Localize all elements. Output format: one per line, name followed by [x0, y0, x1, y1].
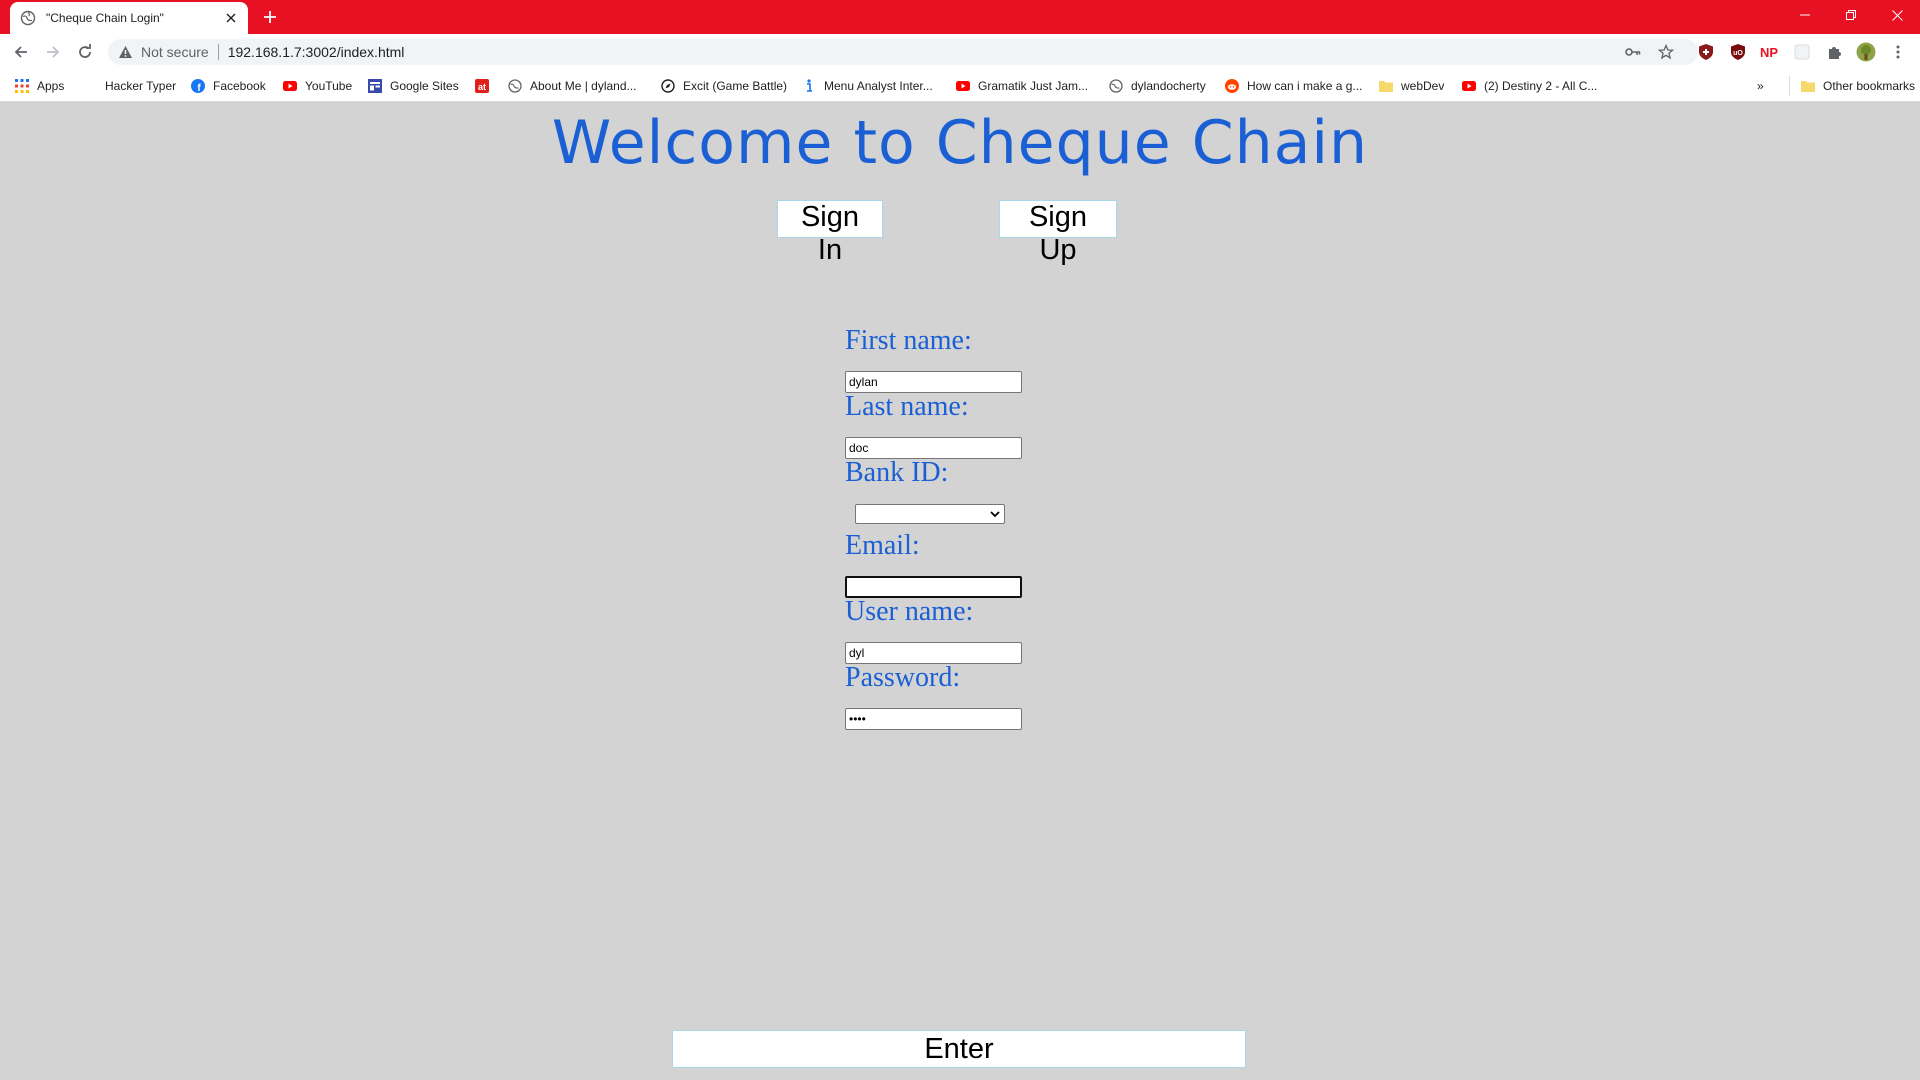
last-name-field[interactable]: [845, 437, 1022, 459]
security-label[interactable]: Not secure: [141, 44, 209, 60]
globe-icon: [20, 10, 36, 26]
browser-title-bar: "Cheque Chain Login": [0, 0, 1920, 34]
first-name-field[interactable]: [845, 371, 1022, 393]
bookmark-item[interactable]: Gramatik Just Jam...: [955, 70, 1088, 102]
email-label: Email:: [845, 530, 920, 561]
sign-in-button[interactable]: Sign In: [777, 200, 883, 266]
bookmark-item[interactable]: Google Sites: [367, 70, 459, 102]
bookmark-label: Gramatik Just Jam...: [978, 79, 1089, 93]
profile-avatar[interactable]: [1854, 42, 1878, 62]
facebook-icon: f: [190, 78, 206, 94]
url-text[interactable]: 192.168.1.7:3002/index.html: [228, 44, 405, 60]
globe-icon: [1108, 78, 1124, 94]
folder-icon: [1378, 78, 1394, 94]
close-tab-icon[interactable]: [222, 9, 240, 27]
user-name-label: User name:: [845, 596, 974, 627]
ublock-icon[interactable]: uO: [1728, 42, 1748, 62]
np-extension-icon[interactable]: NP: [1760, 42, 1782, 62]
page-content: Welcome to Cheque Chain Sign In Sign Up …: [0, 102, 1920, 1080]
bookmark-item[interactable]: Menu Analyst Inter...: [801, 70, 933, 102]
bookmark-item[interactable]: dylandocherty: [1108, 70, 1206, 102]
bookmark-label: About Me | dyland...: [530, 79, 637, 93]
svg-text:uO: uO: [1733, 50, 1743, 57]
forward-arrow-icon[interactable]: [42, 41, 64, 63]
shield-extension-icon[interactable]: [1696, 42, 1716, 62]
tab-title: "Cheque Chain Login": [46, 11, 164, 25]
new-tab-button[interactable]: [260, 7, 280, 27]
folder-icon: [1800, 78, 1816, 94]
bookmark-label: Hacker Typer: [105, 79, 177, 93]
bookmark-item[interactable]: Hacker Typer: [82, 70, 176, 102]
first-name-label: First name:: [845, 325, 972, 356]
page-title: Welcome to Cheque Chain: [551, 108, 1369, 178]
bookmark-label: Excit (Game Battle): [683, 79, 788, 93]
browser-toolbar: Not secure 192.168.1.7:3002/index.html: [0, 34, 1920, 70]
puzzle-icon[interactable]: [1824, 42, 1844, 62]
compass-icon: [660, 78, 676, 94]
bookmark-label: Other bookmarks: [1823, 79, 1916, 93]
bank-id-label: Bank ID:: [845, 457, 949, 488]
bookmark-label: webDev: [1401, 79, 1445, 93]
at-icon: at: [474, 78, 490, 94]
bookmark-apps[interactable]: Apps: [14, 70, 64, 102]
other-bookmarks[interactable]: Other bookmarks: [1789, 76, 1915, 96]
bookmark-item[interactable]: Excit (Game Battle): [660, 70, 787, 102]
google-sites-icon: [367, 78, 383, 94]
apps-grid-icon: [14, 78, 30, 94]
browser-tab[interactable]: "Cheque Chain Login": [10, 2, 248, 34]
restore-window-icon[interactable]: [1828, 0, 1874, 30]
close-window-icon[interactable]: [1874, 0, 1920, 30]
bookmark-item[interactable]: About Me | dyland...: [507, 70, 637, 102]
globe-icon: [507, 78, 523, 94]
bookmark-folder[interactable]: webDev: [1378, 70, 1444, 102]
blank-extension-icon[interactable]: [1792, 42, 1812, 62]
password-label: Password:: [845, 662, 961, 693]
reload-icon[interactable]: [74, 41, 96, 63]
bookmark-label: YouTube: [305, 79, 353, 93]
email-field[interactable]: [845, 576, 1022, 598]
chevron-down-icon: [989, 508, 1001, 520]
address-bar[interactable]: Not secure 192.168.1.7:3002/index.html: [108, 39, 1698, 65]
youtube-icon: [282, 78, 298, 94]
bookmarks-bar: Apps Hacker Typer f Facebook YouTube Goo…: [0, 70, 1920, 102]
reddit-icon: [1224, 78, 1240, 94]
bookmark-item[interactable]: YouTube: [282, 70, 352, 102]
bookmarks-overflow-button[interactable]: »: [1757, 70, 1764, 102]
warning-icon: [118, 45, 133, 59]
info-icon: [801, 78, 817, 94]
user-name-field[interactable]: [845, 642, 1022, 664]
bookmark-label: Apps: [37, 79, 65, 93]
back-arrow-icon[interactable]: [10, 41, 32, 63]
youtube-icon: [1461, 78, 1477, 94]
bookmark-label: Facebook: [213, 79, 266, 93]
minimize-window-icon[interactable]: [1782, 0, 1828, 30]
key-icon[interactable]: [1622, 41, 1644, 63]
more-menu-icon[interactable]: [1888, 42, 1908, 62]
bookmark-label: dylandocherty: [1131, 79, 1206, 93]
youtube-icon: [955, 78, 971, 94]
bookmark-item[interactable]: at: [474, 70, 497, 102]
bookmark-label: (2) Destiny 2 - All C...: [1484, 79, 1598, 93]
bookmark-label: Menu Analyst Inter...: [824, 79, 933, 93]
svg-text:NP: NP: [1760, 45, 1778, 59]
enter-button[interactable]: Enter: [672, 1030, 1246, 1068]
last-name-label: Last name:: [845, 391, 969, 422]
bookmark-item[interactable]: How can i make a g...: [1224, 70, 1362, 102]
svg-text:at: at: [478, 82, 486, 92]
bookmark-label: How can i make a g...: [1247, 79, 1363, 93]
bookmark-item[interactable]: (2) Destiny 2 - All C...: [1461, 70, 1597, 102]
blank-icon: [82, 78, 98, 94]
password-field[interactable]: [845, 708, 1022, 730]
bank-id-select[interactable]: [855, 504, 1005, 524]
star-icon[interactable]: [1655, 41, 1677, 63]
omnibox-separator: [217, 44, 219, 60]
bookmark-item[interactable]: f Facebook: [190, 70, 266, 102]
bookmark-label: Google Sites: [390, 79, 459, 93]
sign-up-button[interactable]: Sign Up: [999, 200, 1117, 266]
